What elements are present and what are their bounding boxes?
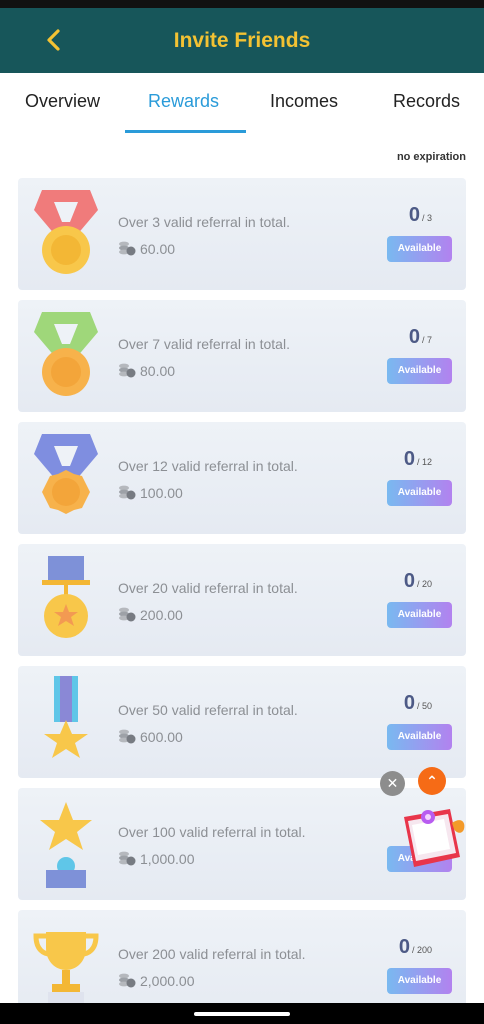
reward-amount: 60.00 — [140, 241, 176, 257]
app-header: Invite Friends — [0, 8, 484, 73]
reward-card: Over 20 valid referral in total. 200.00 … — [18, 544, 466, 656]
progress-total: / 12 — [416, 457, 432, 467]
medal-blue-icon — [34, 434, 98, 514]
active-tab-indicator — [125, 130, 246, 133]
tab-incomes[interactable]: Incomes — [270, 91, 338, 112]
reward-amount: 200.00 — [140, 607, 183, 623]
tab-overview[interactable]: Overview — [25, 91, 100, 112]
coin-stack-icon — [119, 973, 136, 988]
coin-stack-icon — [119, 729, 136, 744]
back-button[interactable] — [38, 24, 70, 56]
reward-card: Over 7 valid referral in total. 80.00 0/… — [18, 300, 466, 412]
star-trophy-icon — [40, 802, 92, 888]
reward-amount: 80.00 — [140, 363, 176, 379]
coin-stack-icon — [119, 851, 136, 866]
progress-value: 0 — [398, 936, 410, 958]
medal-ribbon-star-icon — [44, 676, 88, 758]
available-button[interactable]: Available — [387, 724, 452, 750]
available-button[interactable]: Available — [387, 968, 452, 994]
expiration-note: no expiration — [396, 151, 466, 163]
coin-stack-icon — [119, 241, 136, 256]
available-button[interactable]: Available — [387, 358, 452, 384]
scroll-up-button[interactable]: ⌃ — [418, 767, 446, 795]
progress-count: 0/ 12 — [404, 448, 432, 471]
referral-requirement: Over 3 valid referral in total. — [118, 214, 290, 230]
progress-value: 0 — [403, 570, 415, 592]
status-bar — [0, 0, 484, 13]
progress-total: / 20 — [416, 579, 432, 589]
system-nav-bar — [0, 1003, 484, 1024]
progress-count: 0/ 3 — [409, 204, 432, 227]
reward-amount: 100.00 — [140, 485, 183, 501]
referral-requirement: Over 200 valid referral in total. — [118, 946, 306, 962]
referral-requirement: Over 50 valid referral in total. — [118, 702, 298, 718]
progress-value: 0 — [408, 204, 420, 226]
tab-bar: Overview Rewards Incomes Records — [0, 73, 484, 135]
progress-total: / 200 — [411, 945, 432, 955]
progress-count: 0/ 7 — [409, 326, 432, 349]
referral-requirement: Over 12 valid referral in total. — [118, 458, 298, 474]
progress-value: 0 — [408, 326, 420, 348]
progress-count: 0/ 20 — [404, 570, 432, 593]
close-float-button[interactable]: ✕ — [380, 771, 405, 796]
home-gesture-bar[interactable] — [194, 1012, 290, 1016]
status-icons — [376, 0, 472, 13]
reward-amount: 2,000.00 — [140, 973, 195, 989]
reward-card: Over 50 valid referral in total. 600.00 … — [18, 666, 466, 778]
coin-stack-icon — [119, 485, 136, 500]
progress-total: / 50 — [416, 701, 432, 711]
progress-count: 0/ 50 — [404, 692, 432, 715]
gift-box-icon[interactable] — [398, 803, 470, 873]
medal-green-icon — [34, 312, 98, 396]
progress-total: / 3 — [421, 213, 432, 223]
referral-requirement: Over 7 valid referral in total. — [118, 336, 290, 352]
medal-red-icon — [34, 190, 98, 274]
page-title: Invite Friends — [173, 29, 311, 52]
reward-card: Over 12 valid referral in total. 100.00 … — [18, 422, 466, 534]
coin-stack-icon — [119, 363, 136, 378]
reward-card: Over 3 valid referral in total. 60.00 0/… — [18, 178, 466, 290]
reward-amount: 600.00 — [140, 729, 183, 745]
reward-amount: 1,000.00 — [140, 851, 195, 867]
tab-rewards[interactable]: Rewards — [148, 91, 219, 112]
referral-requirement: Over 20 valid referral in total. — [118, 580, 298, 596]
tab-records[interactable]: Records — [393, 91, 460, 112]
referral-requirement: Over 100 valid referral in total. — [118, 824, 306, 840]
chevron-left-icon — [47, 29, 60, 51]
medal-star-icon — [42, 556, 90, 638]
progress-value: 0 — [403, 448, 415, 470]
trophy-cup-icon — [33, 932, 99, 1010]
available-button[interactable]: Available — [387, 480, 452, 506]
available-button[interactable]: Available — [387, 602, 452, 628]
progress-value: 0 — [403, 692, 415, 714]
coin-stack-icon — [119, 607, 136, 622]
available-button[interactable]: Available — [387, 236, 452, 262]
progress-total: / 7 — [421, 335, 432, 345]
progress-count: 0/ 200 — [399, 936, 432, 959]
